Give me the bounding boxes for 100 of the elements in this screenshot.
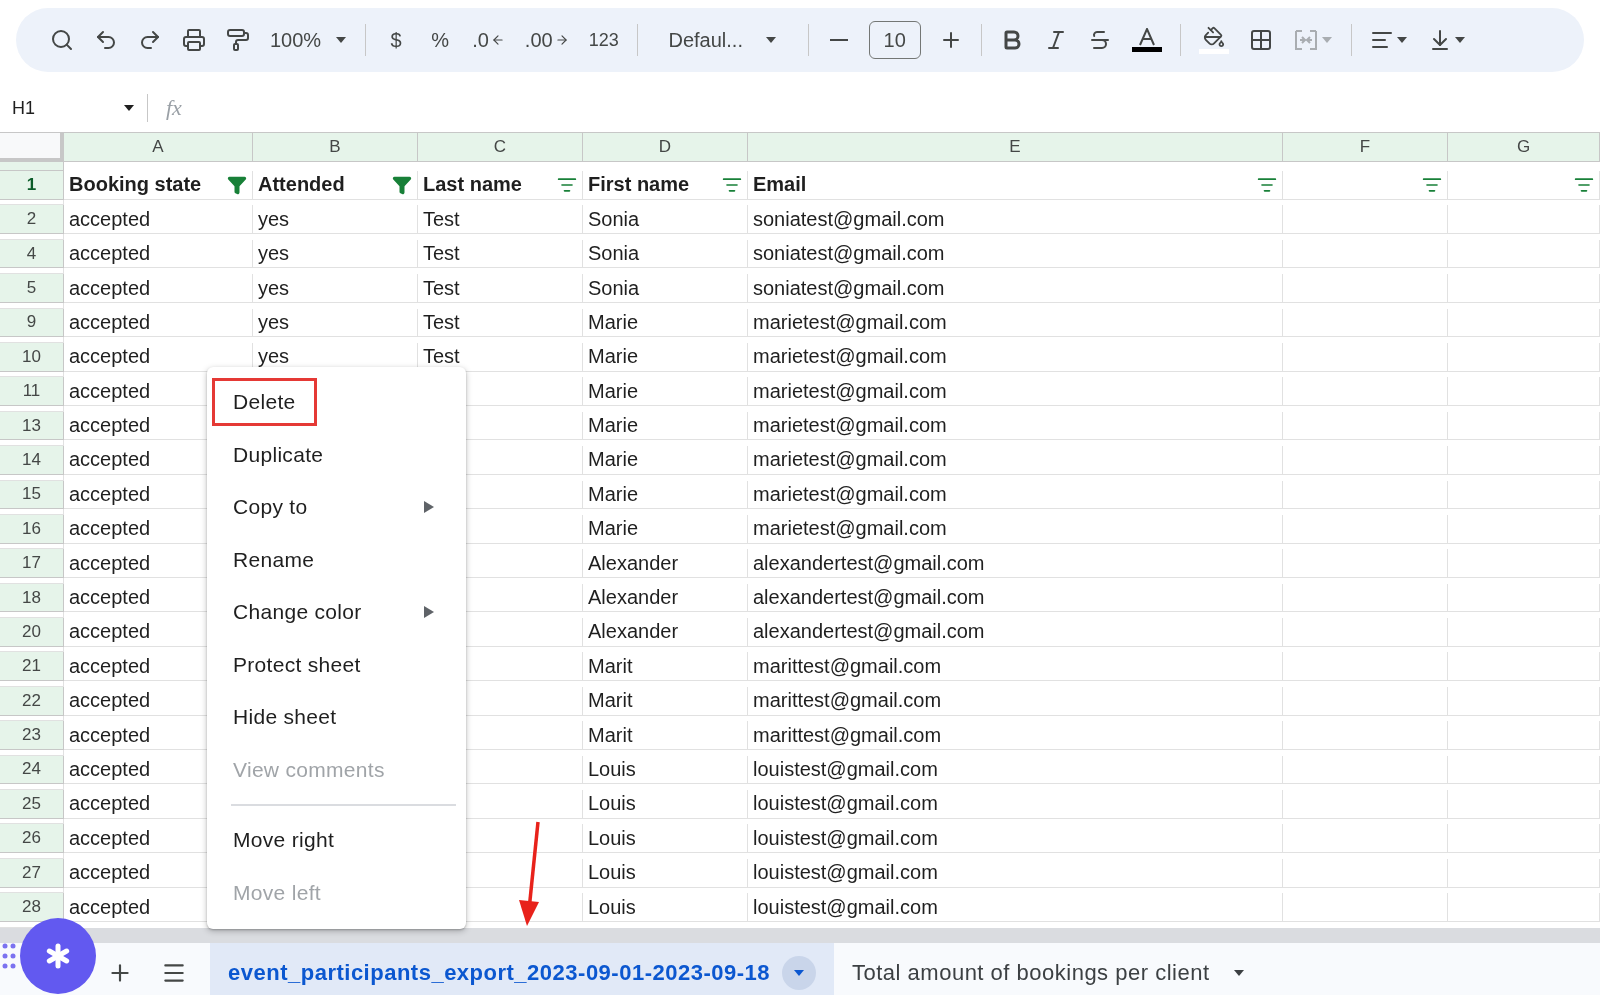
table-cell: marittest@gmail.com [748,686,1283,716]
row-header[interactable]: 16 [0,514,64,544]
row-header[interactable]: 10 [0,342,64,372]
table-cell: Louis [583,893,748,922]
row-header[interactable]: 11 [0,377,64,407]
header-label: Booking state [69,173,202,197]
row-header[interactable]: 21 [0,652,64,682]
caret-icon [764,36,777,44]
table-cell: marietest@gmail.com [748,342,1283,372]
table-cell: yes [253,205,418,235]
zoom-select[interactable]: 100% [262,20,356,60]
table-cell [0,337,64,343]
table-cell: Sonia [583,205,748,235]
column-header[interactable]: B [253,133,418,162]
arrow-right-icon [554,33,569,47]
row-header[interactable]: 24 [0,755,64,785]
table-cell: Marie [583,411,748,441]
table-cell: Marit [583,686,748,716]
row-header[interactable]: 25 [0,790,64,819]
table-cell: Test [418,205,583,235]
row-header[interactable]: 14 [0,446,64,475]
row-header[interactable]: 20 [0,618,64,647]
table-cell: marietest@gmail.com [748,411,1283,441]
table-cell: accepted [64,205,253,235]
table-cell: Marie [583,480,748,510]
sheet-tab[interactable]: Total amount of bookings per client [834,942,1274,995]
row-header[interactable]: 15 [0,480,64,510]
increase-decimal-button[interactable]: .00 [516,20,577,60]
header-label: Email [753,173,807,197]
column-header[interactable]: F [1283,133,1448,162]
column-header[interactable]: D [583,133,748,162]
row-header[interactable]: 13 [0,411,64,441]
table-cell: louistest@gmail.com [748,893,1283,922]
table-cell: Sonia [583,239,748,269]
table-cell: louistest@gmail.com [748,755,1283,785]
grip-icon[interactable] [2,942,16,970]
table-cell: Alexander [583,583,748,613]
color-swatch [1131,47,1162,52]
filter-icon[interactable] [227,174,247,195]
table-cell: Louis [583,755,748,785]
column-header [0,162,64,171]
table-cell: Marie [583,308,748,338]
table-cell: marietest@gmail.com [748,308,1283,338]
table-cell [0,406,64,412]
row-header[interactable]: 9 [0,308,64,338]
column-header[interactable]: E [748,133,1283,162]
row-header[interactable]: 23 [0,721,64,750]
row-header[interactable]: 2 [0,205,64,235]
row-header[interactable]: 28 [0,893,64,922]
search-icon [50,28,74,52]
table-cell [0,681,64,687]
table-cell [0,578,64,584]
table-cell [0,474,64,481]
arrow-left-icon [490,33,505,47]
table-cell: Alexander [583,549,748,578]
row-header[interactable]: 27 [0,858,64,888]
table-cell [0,509,64,515]
sheet-tab[interactable]: event_participants_export_2023-09-01-2023-09-18 [210,942,834,995]
currency-button[interactable]: $ [376,20,417,60]
caret-icon [793,968,805,977]
row-header[interactable]: 5 [0,274,64,303]
table-cell: alexandertest@gmail.com [748,583,1283,613]
row-header[interactable]: 18 [0,583,64,613]
font-size-field[interactable]: 10 [868,21,921,59]
number-format-button[interactable]: 123 [580,20,627,60]
column-header[interactable]: C [418,133,583,162]
row-header[interactable]: 17 [0,549,64,578]
table-cell: alexandertest@gmail.com [748,549,1283,578]
row-header[interactable]: 26 [0,824,64,854]
printer-icon [182,28,206,52]
caret-icon [1453,36,1466,44]
column-header[interactable]: G [1448,133,1600,162]
caret-icon [1320,36,1333,44]
table-cell: Marie [583,446,748,475]
table-cell: marietest@gmail.com [748,377,1283,407]
row-header[interactable]: 4 [0,239,64,269]
row-header[interactable]: 1 [0,171,64,200]
table-cell: accepted [64,239,253,269]
font-select[interactable]: Defaul... [647,20,798,60]
table-cell: Alexander [583,618,748,647]
table-cell: Test [418,239,583,269]
name-box[interactable]: H1 [0,94,148,122]
table-cell: Louis [583,858,748,888]
table-cell: Marie [583,377,748,407]
caret-icon [1232,968,1245,977]
paint-roller-icon [226,28,250,52]
table-cell: yes [253,274,418,303]
horizontal-scrollbar[interactable] [0,927,1600,943]
table-cell: Test [418,308,583,338]
header-label: Attended [258,173,345,197]
table-cell [0,749,64,756]
text-color-icon [1136,28,1157,46]
decrease-decimal-button[interactable]: .0 [464,20,513,60]
filter-icon[interactable] [392,174,412,195]
table-cell: Marie [583,342,748,372]
percent-button[interactable]: % [420,20,461,60]
table-cell: marietest@gmail.com [748,446,1283,475]
table-cell: marittest@gmail.com [748,652,1283,682]
row-header[interactable]: 22 [0,686,64,716]
column-header[interactable]: A [64,133,253,162]
